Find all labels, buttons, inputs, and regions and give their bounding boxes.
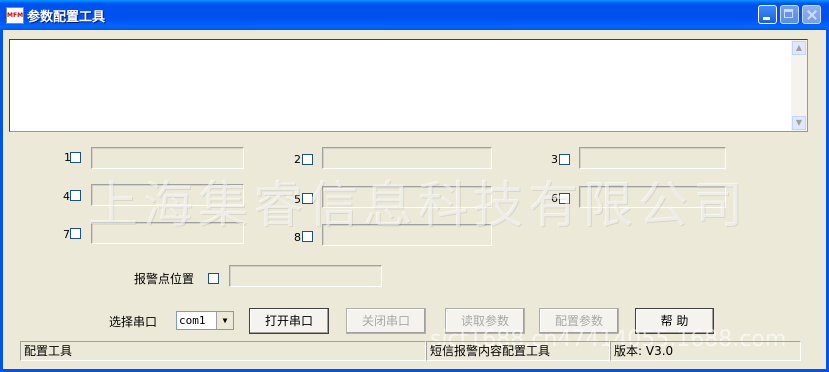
status-panel-version: 版本: V3.0 [610,341,801,361]
checkbox-8[interactable] [302,231,313,242]
read-params-button[interactable]: 读取参数 [445,308,525,334]
field-1[interactable] [91,147,244,169]
checkbox-7-label: 7 [63,228,70,241]
field-6[interactable] [579,186,726,208]
checkbox-3[interactable] [559,154,570,165]
help-button[interactable]: 帮 助 [635,308,714,334]
checkbox-4-label: 4 [63,190,70,203]
field-2[interactable] [322,147,492,169]
field-7[interactable] [91,222,244,244]
status-bar: 配置工具 短信报警内容配置工具 版本: V3.0 [0,341,823,362]
close-port-button[interactable]: 关闭串口 [346,308,426,334]
alarm-position-field[interactable] [229,265,382,287]
checkbox-7[interactable] [70,228,81,239]
field-5[interactable] [322,186,492,208]
maximize-button[interactable] [780,5,799,24]
open-port-button[interactable]: 打开串口 [249,308,329,334]
alarm-position-label: 报警点位置 [134,272,195,286]
message-memo[interactable]: ▲ ▼ [9,39,808,132]
checkbox-2[interactable] [302,154,313,165]
serial-port-value: com1 [179,314,206,327]
checkbox-6[interactable] [559,193,570,204]
field-4[interactable] [91,184,244,206]
checkbox-2-label: 2 [294,153,301,166]
checkbox-6-label: 6 [551,192,558,205]
title-bar[interactable]: MFM 参数配置工具 [0,0,829,30]
status-panel-description: 短信报警内容配置工具 [426,341,610,361]
status-panel-app: 配置工具 [20,341,426,361]
checkbox-8-label: 8 [294,231,301,244]
config-params-button[interactable]: 配置参数 [539,308,619,334]
field-3[interactable] [579,147,726,169]
checkbox-3-label: 3 [551,153,558,166]
scroll-down-arrow-icon[interactable]: ▼ [792,116,806,130]
serial-port-select[interactable]: com1 ▼ [176,311,234,330]
close-button[interactable] [802,5,821,24]
field-8[interactable] [322,224,492,246]
memo-scrollbar[interactable]: ▲ ▼ [791,40,807,131]
checkbox-5[interactable] [302,193,313,204]
checkbox-5-label: 5 [294,193,301,206]
checkbox-4[interactable] [70,190,81,201]
minimize-button[interactable] [758,5,777,24]
serial-port-label: 选择串口 [109,315,158,329]
checkbox-1[interactable] [70,152,81,163]
window-title: 参数配置工具 [27,10,106,25]
alarm-position-checkbox[interactable] [208,273,219,284]
scroll-up-arrow-icon[interactable]: ▲ [792,41,806,55]
app-icon[interactable]: MFM [6,7,24,24]
chevron-down-icon[interactable]: ▼ [216,312,233,329]
